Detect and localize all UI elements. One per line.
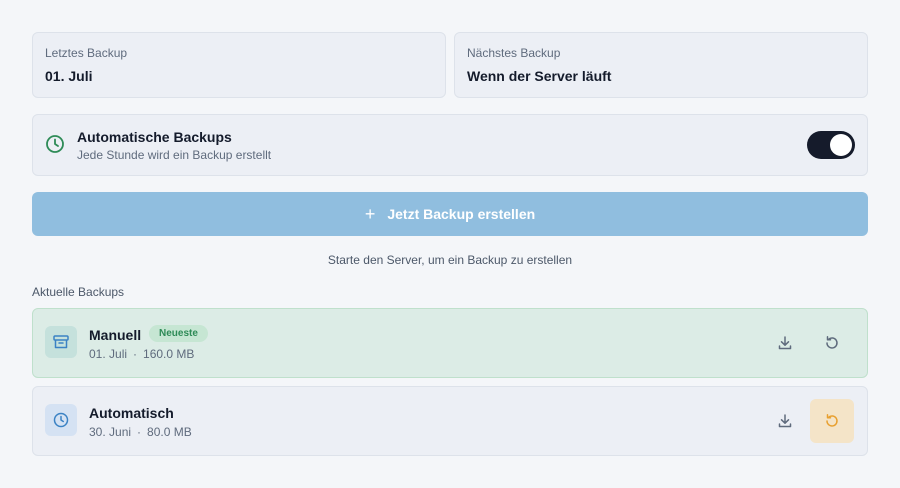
download-button[interactable] (763, 399, 807, 443)
backup-row: Manuell Neueste 01. Juli · 160.0 MB (32, 308, 868, 378)
backup-date: 01. Juli (89, 347, 128, 361)
download-button[interactable] (763, 321, 807, 365)
backup-title: Automatisch (89, 405, 174, 421)
create-backup-button[interactable]: + Jetzt Backup erstellen (32, 192, 868, 236)
separator: · (137, 425, 142, 439)
archive-icon (45, 326, 77, 358)
last-backup-card: Letztes Backup 01. Juli (32, 32, 446, 98)
separator: · (133, 347, 138, 361)
backup-meta: 30. Juni · 80.0 MB (89, 425, 192, 439)
restore-icon (826, 336, 838, 349)
backup-size: 160.0 MB (143, 347, 195, 361)
next-backup-label: Nächstes Backup (467, 46, 561, 60)
backup-size: 80.0 MB (147, 425, 192, 439)
create-backup-label: Jetzt Backup erstellen (387, 206, 536, 222)
backup-date: 30. Juni (89, 425, 132, 439)
backup-meta: 01. Juli · 160.0 MB (89, 347, 194, 361)
backup-row: Automatisch 30. Juni · 80.0 MB (32, 386, 868, 456)
auto-backups-subtitle: Jede Stunde wird ein Backup erstellt (77, 148, 272, 162)
restore-button[interactable] (810, 321, 854, 365)
next-backup-card: Nächstes Backup Wenn der Server läuft (454, 32, 868, 98)
latest-badge: Neueste (149, 325, 208, 342)
section-title: Aktuelle Backups (32, 285, 125, 299)
toggle-knob (830, 134, 852, 156)
backup-title: Manuell (89, 327, 142, 343)
download-icon (778, 336, 792, 350)
clock-icon (46, 135, 64, 153)
last-backup-label: Letztes Backup (45, 46, 128, 60)
auto-backups-toggle[interactable] (807, 131, 855, 159)
plus-icon: + (364, 204, 376, 224)
last-backup-value: 01. Juli (45, 68, 93, 84)
next-backup-value: Wenn der Server läuft (467, 68, 612, 84)
clock-icon (45, 404, 77, 436)
restore-icon (826, 414, 838, 427)
auto-backups-card: Automatische Backups Jede Stunde wird ei… (32, 114, 868, 176)
server-hint: Starte den Server, um ein Backup zu erst… (327, 253, 573, 267)
restore-button[interactable] (810, 399, 854, 443)
auto-backups-title: Automatische Backups (77, 129, 232, 145)
download-icon (778, 414, 792, 428)
